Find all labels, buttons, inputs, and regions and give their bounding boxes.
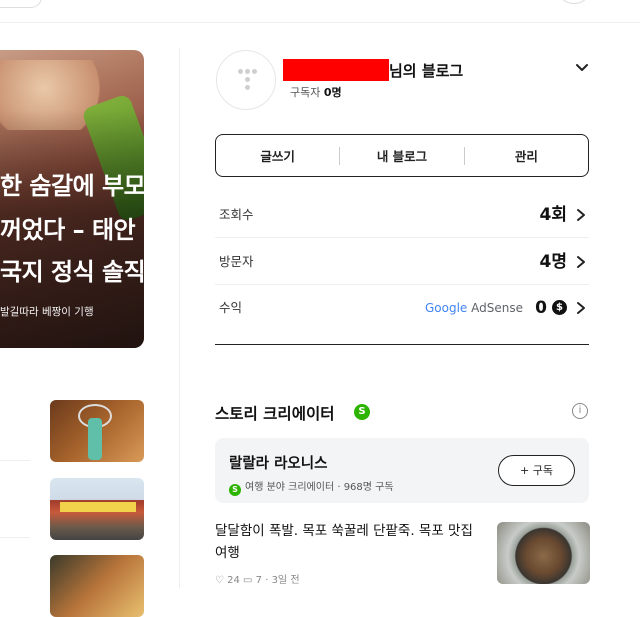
- redacted-name: [283, 59, 389, 81]
- blog-name[interactable]: 님의 블로그: [389, 60, 463, 81]
- creator-meta-text: 여행 분야 크리에이터 · 968명 구독: [245, 482, 394, 493]
- dollar-icon: $: [552, 300, 567, 315]
- revenue-value: 0: [535, 298, 547, 318]
- google-wordmark: Google: [424, 301, 468, 315]
- featured-post-title-line: 국지 정식 솔직: [0, 258, 144, 286]
- revenue-label: 수익: [219, 300, 243, 315]
- info-icon[interactable]: i: [572, 403, 588, 419]
- views-label: 조회수: [219, 207, 254, 222]
- creator-meta: S 여행 분야 크리에이터 · 968명 구독: [229, 478, 394, 496]
- adsense-logo: Google AdSense: [425, 285, 523, 331]
- write-button[interactable]: 글쓰기: [216, 146, 339, 165]
- avatar-dot: [245, 85, 250, 90]
- my-blog-button[interactable]: 내 블로그: [340, 146, 463, 165]
- section-divider: [215, 344, 589, 345]
- manage-button[interactable]: 관리: [465, 146, 588, 165]
- revenue-row[interactable]: 수익 Google AdSense 0 $: [215, 285, 589, 331]
- thumbnail-detail: [88, 418, 102, 460]
- list-divider: [0, 460, 30, 461]
- chevron-right-icon: [577, 209, 585, 221]
- creator-badge-icon: S: [354, 404, 370, 420]
- creator-card[interactable]: 랄랄라 라오니스 S 여행 분야 크리에이터 · 968명 구독 + 구독: [215, 438, 589, 503]
- featured-post-title-line: 꺼었다 – 태안: [0, 216, 136, 244]
- subscriber-label: 구독자: [290, 86, 321, 99]
- subscribe-button[interactable]: + 구독: [498, 455, 575, 486]
- post-thumbnail[interactable]: [50, 478, 144, 540]
- featured-post-source: 발길따라 베짱이 기행: [0, 306, 94, 318]
- adsense-wordmark: AdSense: [471, 301, 523, 315]
- chevron-down-icon[interactable]: [572, 58, 592, 78]
- post-meta: ♡ 24 ▭ 7 · 3일 전: [215, 575, 300, 586]
- creator-name[interactable]: 랄랄라 라오니스: [229, 452, 327, 473]
- subscriber-value: 0명: [323, 86, 342, 99]
- views-value: 4회: [539, 205, 567, 225]
- visitors-row[interactable]: 방문자 4명: [215, 239, 589, 285]
- top-profile-button[interactable]: [560, 0, 588, 4]
- top-bar: [0, 0, 640, 23]
- views-row[interactable]: 조회수 4회: [215, 192, 589, 238]
- chevron-right-icon: [577, 256, 585, 268]
- avatar-dot: [245, 77, 250, 82]
- chevron-right-icon: [577, 302, 585, 314]
- creator-badge-icon: S: [229, 484, 241, 496]
- visitors-value: 4명: [539, 252, 567, 272]
- blog-action-group: 글쓰기 내 블로그 관리: [215, 134, 589, 177]
- post-thumbnail[interactable]: [50, 400, 144, 462]
- featured-post-title-line: 한 숨갈에 부모: [0, 172, 144, 200]
- post-title[interactable]: 달달함이 폭발. 목포 쑥꿀레 단팥죽. 목포 맛집 여행: [215, 520, 477, 564]
- story-creator-title: 스토리 크리에이터: [215, 405, 335, 423]
- post-thumbnail[interactable]: [50, 555, 144, 617]
- avatar-dot: [252, 69, 257, 74]
- avatar-dot: [245, 69, 250, 74]
- top-search-pill[interactable]: [0, 0, 42, 8]
- avatar-dot: [238, 69, 243, 74]
- thumbnail-detail: [60, 502, 136, 512]
- blog-avatar[interactable]: [216, 50, 276, 110]
- featured-post-card[interactable]: 한 숨갈에 부모 꺼었다 – 태안 국지 정식 솔직 발길따라 베짱이 기행: [0, 50, 144, 348]
- column-divider: [179, 48, 180, 588]
- list-divider: [0, 537, 30, 538]
- visitors-label: 방문자: [219, 254, 254, 269]
- post-thumbnail[interactable]: [497, 522, 590, 584]
- subscriber-count[interactable]: 구독자 0명: [290, 84, 342, 100]
